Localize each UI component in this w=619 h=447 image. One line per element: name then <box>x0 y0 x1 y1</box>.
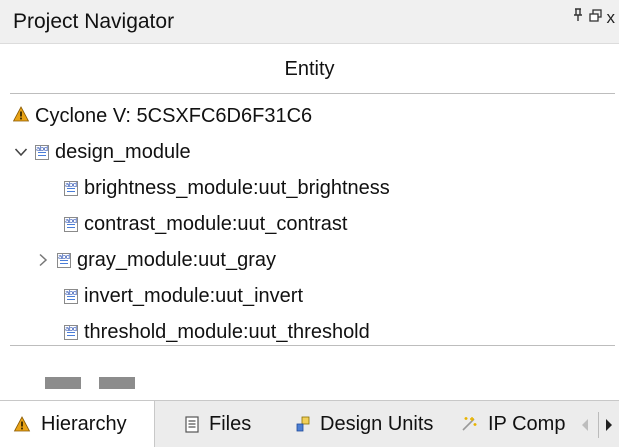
entity-icon <box>64 288 78 304</box>
entity-icon <box>64 324 78 340</box>
close-icon[interactable]: x <box>607 9 616 26</box>
tab-hierarchy[interactable]: Hierarchy <box>0 401 155 447</box>
tab-scroll-left-button[interactable] <box>575 412 595 438</box>
header-divider <box>10 93 615 94</box>
tab-label: IP Comp <box>488 412 566 435</box>
tree-bottom-divider <box>10 345 615 346</box>
tab-label: Files <box>209 412 252 435</box>
horizontal-scrollbar-right[interactable] <box>99 377 135 389</box>
tree-item-label: threshold_module:uut_threshold <box>84 320 370 343</box>
ip-components-icon <box>460 415 478 433</box>
entity-icon <box>35 144 49 160</box>
tab-label: Hierarchy <box>41 412 127 435</box>
warning-icon <box>13 105 29 128</box>
files-icon <box>185 415 199 433</box>
tree-item-label: gray_module:uut_gray <box>77 248 277 271</box>
panel-title: Project Navigator <box>13 10 175 33</box>
tab-ip-components[interactable]: IP Comp <box>460 401 570 447</box>
tree-item-label: Cyclone V: 5CSXFC6D6F31C6 <box>35 104 313 127</box>
entity-column-header[interactable]: Entity <box>0 58 619 81</box>
tab-scroll-right-button[interactable] <box>598 412 619 438</box>
tab-design-units[interactable]: Design Units <box>296 401 433 447</box>
tree-item-invert-module[interactable]: invert_module:uut_invert <box>64 278 303 314</box>
tree-item-device[interactable]: Cyclone V: 5CSXFC6D6F31C6 <box>13 98 312 134</box>
tree-item-contrast-module[interactable]: contrast_module:uut_contrast <box>64 206 348 242</box>
tree-item-label: brightness_module:uut_brightness <box>84 176 390 199</box>
window-controls: x <box>572 8 616 27</box>
design-units-icon <box>296 416 310 432</box>
chevron-right-icon[interactable] <box>35 250 51 270</box>
horizontal-scrollbar-left[interactable] <box>45 377 81 389</box>
tree-item-brightness-module[interactable]: brightness_module:uut_brightness <box>64 170 390 206</box>
tree-item-gray-module[interactable]: gray_module:uut_gray <box>35 242 276 278</box>
tree-item-label: contrast_module:uut_contrast <box>84 212 348 235</box>
hierarchy-icon <box>13 416 31 432</box>
navigator-tabbar: Hierarchy Files Design Units IP Comp <box>0 400 619 447</box>
tab-label: Design Units <box>320 412 434 435</box>
tree-item-label: design_module <box>55 140 191 163</box>
pin-icon[interactable] <box>572 8 584 27</box>
panel-titlebar: Project Navigator x <box>0 0 619 44</box>
chevron-down-icon[interactable] <box>13 142 29 162</box>
entity-icon <box>57 252 71 268</box>
tree-item-label: invert_module:uut_invert <box>84 284 304 307</box>
tree-item-design-module[interactable]: design_module <box>13 134 191 170</box>
entity-icon <box>64 180 78 196</box>
tab-files[interactable]: Files <box>185 401 251 447</box>
float-icon[interactable] <box>588 8 602 27</box>
entity-icon <box>64 216 78 232</box>
